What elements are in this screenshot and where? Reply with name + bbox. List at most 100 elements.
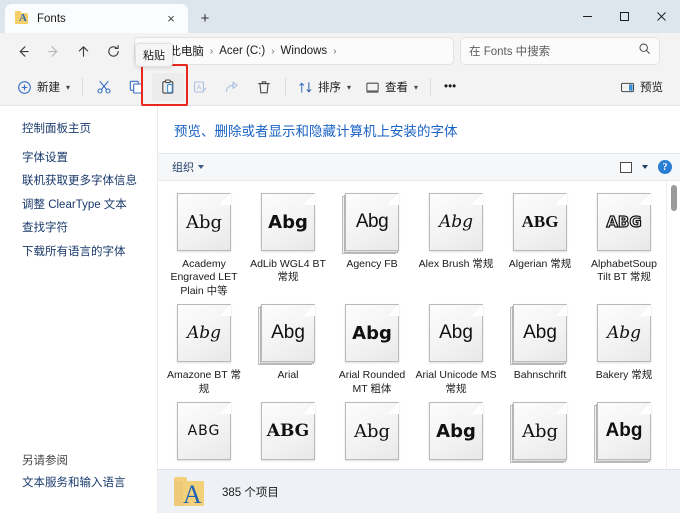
tab-fonts[interactable]: A Fonts × [5, 4, 188, 33]
preview-pane-icon [620, 80, 635, 95]
scrollbar-thumb[interactable] [671, 185, 677, 211]
rename-button[interactable]: A [184, 73, 216, 101]
page-title: 预览、删除或者显示和隐藏计算机上安装的字体 [158, 106, 680, 153]
chevron-down-icon: ▾ [347, 83, 351, 92]
copy-button[interactable] [120, 73, 152, 101]
font-item[interactable]: Abg [330, 400, 414, 467]
breadcrumb-item-2[interactable]: Windows [276, 45, 333, 57]
font-grid-wrapper: AbgAcademy Engraved LET Plain 中等AbgAdLib… [158, 181, 680, 469]
font-sample-text: ABG [513, 193, 567, 251]
font-item[interactable]: Abg Bahnschrift [498, 302, 582, 396]
font-item[interactable]: ABG [162, 400, 246, 467]
rename-icon: A [192, 79, 208, 95]
sidebar-item-find-character[interactable]: 查找字符 [22, 221, 157, 235]
font-item[interactable]: Abg [582, 400, 666, 467]
paste-tooltip: 粘贴 [135, 43, 173, 67]
preview-pane-button[interactable]: 预览 [613, 73, 670, 101]
sidebar-item-control-panel-home[interactable]: 控制面板主页 [22, 120, 157, 136]
sort-button[interactable]: 排序 ▾ [291, 73, 358, 101]
new-button[interactable]: 新建 ▾ [10, 73, 77, 101]
font-item[interactable]: AbgArial Unicode MS 常规 [414, 302, 498, 396]
font-grid: AbgAcademy Engraved LET Plain 中等AbgAdLib… [158, 181, 666, 469]
font-item[interactable]: AbgArial Rounded MT 粗体 [330, 302, 414, 396]
organize-bar-right: ? [620, 160, 672, 174]
svg-text:A: A [197, 85, 202, 92]
command-bar: 新建 ▾ [0, 69, 680, 106]
view-chevron-down-icon[interactable] [642, 165, 648, 169]
font-sample-text: Abg [261, 304, 315, 362]
sidebar-see-also: 另请参阅 文本服务和输入语言 [22, 452, 157, 513]
font-sample-text: ABG [597, 193, 651, 251]
sidebar-item-adjust-cleartype[interactable]: 调整 ClearType 文本 [22, 198, 157, 212]
new-button-label: 新建 [37, 79, 60, 95]
delete-button[interactable] [248, 73, 280, 101]
font-file-icon: Abg [258, 191, 318, 253]
font-sample-text: Abg [345, 304, 399, 362]
maximize-button[interactable] [606, 0, 643, 33]
font-sample-text: Abg [429, 402, 483, 460]
new-tab-button[interactable]: + [194, 7, 216, 29]
up-button[interactable] [68, 37, 98, 65]
file-explorer-window: A Fonts × + [0, 0, 680, 513]
breadcrumb[interactable]: › 此电脑 › Acer (C:) › Windows › [134, 37, 454, 65]
sort-icon [298, 80, 313, 95]
view-button[interactable]: 查看 ▾ [358, 73, 425, 101]
font-item-label: Amazone BT 常规 [163, 369, 245, 396]
font-sample-text: Abg [429, 193, 483, 251]
font-file-icon: Abg [594, 302, 654, 364]
font-item[interactable]: ABGAlphabetSoup Tilt BT 常规 [582, 191, 666, 298]
share-button[interactable] [216, 73, 248, 101]
chevron-down-icon: ▾ [414, 83, 418, 92]
paste-icon [160, 79, 176, 95]
sidebar-item-text-services[interactable]: 文本服务和输入语言 [22, 476, 157, 490]
minimize-button[interactable] [569, 0, 606, 33]
paste-button[interactable] [152, 73, 184, 101]
font-item-label: Alex Brush 常规 [415, 258, 497, 271]
cut-button[interactable] [88, 73, 120, 101]
chevron-down-icon: ▾ [66, 83, 70, 92]
font-item-label: AdLib WGL4 BT 常规 [247, 258, 329, 285]
window-controls [569, 0, 680, 33]
font-item-label: Academy Engraved LET Plain 中等 [163, 258, 245, 298]
refresh-button[interactable] [98, 37, 128, 65]
sidebar-item-font-settings[interactable]: 字体设置 [22, 151, 157, 165]
font-item[interactable]: AbgBakery 常规 [582, 302, 666, 396]
help-icon[interactable]: ? [658, 160, 672, 174]
search-input[interactable]: 在 Fonts 中搜索 [460, 37, 660, 65]
font-sample-text: Abg [177, 304, 231, 362]
font-file-icon: Abg [174, 302, 234, 364]
organize-bar: 组织 ? [158, 153, 680, 181]
sidebar-item-get-more-fonts[interactable]: 联机获取更多字体信息 [22, 174, 157, 188]
organize-button[interactable]: 组织 [172, 159, 204, 175]
font-item[interactable]: Abg Amazone BT 常规 [162, 302, 246, 396]
font-item[interactable]: AbgAcademy Engraved LET Plain 中等 [162, 191, 246, 298]
trash-icon [256, 79, 272, 95]
back-button[interactable] [8, 37, 38, 65]
vertical-scrollbar[interactable] [666, 181, 680, 469]
fonts-folder-icon: A [172, 475, 208, 509]
breadcrumb-item-1[interactable]: Acer (C:) [214, 45, 270, 57]
command-separator [285, 78, 286, 96]
font-item[interactable]: AbgAgency FB [330, 191, 414, 298]
font-item[interactable]: Abg [498, 400, 582, 467]
font-item[interactable]: AbgArial [246, 302, 330, 396]
more-button[interactable]: ••• [436, 73, 464, 101]
font-item[interactable]: ABGAlgerian 常规 [498, 191, 582, 298]
sidebar-item-download-all-language-fonts[interactable]: 下载所有语言的字体 [22, 245, 157, 259]
font-item[interactable]: Abg AdLib WGL4 BT 常规 [246, 191, 330, 298]
font-file-icon: Abg [342, 400, 402, 462]
font-sample-text: Abg [513, 304, 567, 362]
font-sample-text: Abg [513, 402, 567, 460]
font-item-label: Agency FB [331, 258, 413, 271]
font-item[interactable]: Abg [414, 400, 498, 467]
forward-button[interactable] [38, 37, 68, 65]
font-sample-text: Abg [345, 402, 399, 460]
close-tab-icon[interactable]: × [160, 8, 182, 30]
font-file-icon: Abg [510, 400, 570, 462]
close-button[interactable] [643, 0, 680, 33]
font-item[interactable]: Abg Alex Brush 常规 [414, 191, 498, 298]
font-item[interactable]: ABG [246, 400, 330, 467]
view-layout-icon[interactable] [620, 162, 632, 173]
scissors-icon [96, 79, 112, 95]
font-item-label: Bahnschrift [499, 369, 581, 382]
